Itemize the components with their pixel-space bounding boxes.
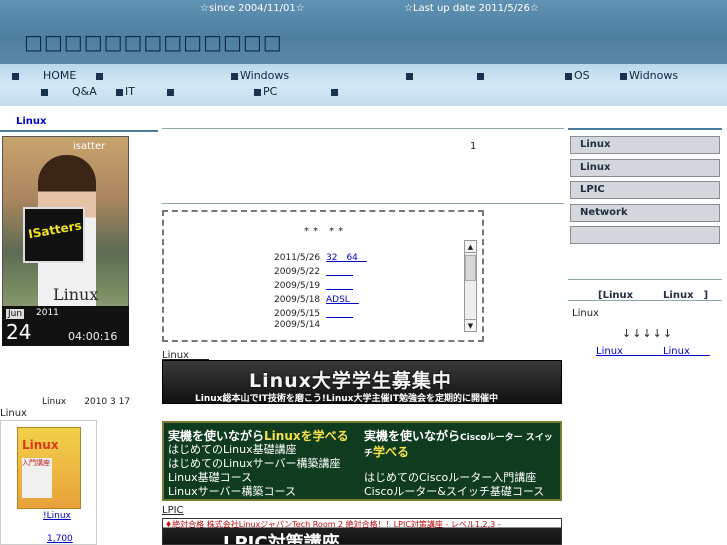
nav-item-13[interactable]	[331, 85, 340, 98]
news-row: 2009/5/14	[274, 320, 321, 330]
bullet-icon	[167, 88, 174, 96]
bullet-icon	[41, 88, 48, 96]
nav-item-pc[interactable]: PC	[254, 85, 277, 98]
course-line[interactable]: はじめてのLinux基礎講座	[168, 443, 358, 457]
left-date-text: Linux 2010 3 17	[42, 397, 131, 407]
book-price-link[interactable]: 1,700	[47, 534, 73, 544]
center-count: 1	[470, 141, 477, 152]
bullet-icon	[231, 72, 238, 80]
bullet-icon	[116, 88, 123, 96]
right-divider	[568, 128, 722, 130]
clock-widget: Jun 24 2011 04:00:16	[2, 306, 129, 346]
news-link[interactable]	[326, 309, 353, 319]
last-update-text: ☆Last up date 2011/5/26☆	[404, 3, 539, 14]
news-link[interactable]	[326, 281, 353, 291]
left-linux-label: Linux	[0, 408, 27, 419]
news-link[interactable]	[326, 267, 353, 277]
down-arrows-icon: ↓↓↓↓↓	[622, 327, 674, 340]
course-line[interactable]: はじめてのCiscoルーター入門講座	[364, 471, 560, 485]
course-line[interactable]: Ciscoルーター&スイッチ基礎コース	[364, 485, 560, 499]
right-menu-5[interactable]	[570, 226, 720, 244]
nav-item-qa[interactable]: Q&A	[72, 85, 97, 98]
scroll-up-icon[interactable]: ▲	[465, 241, 476, 253]
nav-item-4[interactable]	[406, 69, 415, 82]
nav-item-home[interactable]: HOME	[12, 69, 76, 82]
nav-bar: HOME Windows OS Widnows Q&A IT PC	[0, 64, 727, 106]
nav-item-it[interactable]: IT	[116, 85, 135, 98]
clock-day: 24	[6, 320, 32, 344]
linux-heading[interactable]: Linux	[162, 346, 209, 361]
right-menu-linux-2[interactable]: Linux	[570, 159, 720, 177]
nav-item-5[interactable]	[477, 69, 486, 82]
banner3-main: LPIC対策講座	[223, 533, 340, 545]
bullet-icon	[12, 72, 19, 80]
nav-item-os[interactable]: OS	[565, 69, 590, 82]
bullet-icon	[406, 72, 413, 80]
course-line[interactable]: Linux基礎コース	[168, 471, 358, 485]
bullet-icon	[477, 72, 484, 80]
center-divider	[162, 203, 564, 204]
scroll-down-icon[interactable]: ▼	[465, 319, 476, 331]
news-row: 2009/5/18 ADSL	[274, 295, 359, 305]
banner1-subtitle: Linux総本山でIT技術を磨こう!Linux大学主催IT勉強会を定期的に開催中	[195, 394, 498, 404]
clock-time: 04:00:16	[68, 330, 118, 343]
photo-sign-text: ISatters	[27, 218, 83, 242]
site-title[interactable]: □□□□□□□□□□□□□	[24, 30, 283, 54]
right-menu-linux-1[interactable]: Linux	[570, 136, 720, 154]
scroll-thumb[interactable]	[465, 255, 476, 281]
book-cover-image[interactable]: Linux 入門講座	[17, 427, 81, 509]
photo-linux-text: Linux	[53, 285, 99, 304]
news-row: 2009/5/15	[274, 306, 353, 319]
since-text: ☆since 2004/11/01☆	[200, 3, 305, 14]
right-linux-links[interactable]: Linux Linux	[596, 342, 710, 357]
lpic-label[interactable]: LPIC	[162, 505, 184, 516]
right-linux-title: [Linux Linux ]	[598, 290, 709, 301]
left-section-heading: Linux	[0, 114, 158, 132]
nav-item-8[interactable]	[41, 85, 50, 98]
clock-month: Jun	[6, 309, 25, 319]
banner2-right: 実機を使いながらCiscoルーター スイッチ学べる はじめてのCiscoルーター…	[364, 429, 560, 499]
bullet-icon	[331, 88, 338, 96]
nav-item-11[interactable]	[167, 85, 176, 98]
bullet-icon	[565, 72, 572, 80]
news-row: 2009/5/19	[274, 278, 353, 291]
photo-brand-text: isatter	[73, 141, 106, 152]
course-banner[interactable]: 実機を使いながらLinuxを学べる はじめてのLinux基礎講座 はじめてのLi…	[162, 421, 562, 501]
news-scrollbar[interactable]: ▲ ▼	[464, 240, 477, 332]
clock-year: 2011	[36, 308, 59, 318]
news-link[interactable]: 32 64	[326, 253, 367, 263]
book-link[interactable]: !Linux	[43, 511, 71, 521]
linux-university-banner[interactable]: Linux大学学生募集中 Linux総本山でIT技術を磨こう!Linux大学主催…	[162, 360, 562, 404]
center-divider-top	[162, 128, 564, 129]
book-cover-title: Linux	[22, 438, 59, 452]
right-menu-network[interactable]: Network	[570, 204, 720, 222]
banner1-title: Linux大学学生募集中	[249, 370, 452, 392]
news-link[interactable]: ADSL	[326, 295, 359, 305]
banner2-left: 実機を使いながらLinuxを学べる はじめてのLinux基礎講座 はじめてのLi…	[168, 429, 358, 499]
news-row: 2009/5/22	[274, 264, 353, 277]
photo-sign: ISatters	[23, 207, 85, 263]
book-ad[interactable]: Linux 入門講座 !Linux 1,700	[0, 420, 97, 545]
right-divider-2	[568, 279, 722, 280]
course-line[interactable]: はじめてのLinuxサーバー構築講座	[168, 457, 358, 471]
nav-item-windows[interactable]: Windows	[231, 69, 289, 82]
news-box: ** ** 2011/5/26 32 64 2009/5/22 2009/5/19…	[162, 210, 484, 342]
right-linux-label: Linux	[572, 308, 599, 319]
right-menu-lpic[interactable]: LPIC	[570, 181, 720, 199]
news-row: 2011/5/26 32 64	[274, 253, 367, 263]
bullet-icon	[620, 72, 627, 80]
right-divider-3	[568, 300, 722, 301]
book-cover-subtitle: 入門講座	[22, 458, 52, 498]
news-header: ** **	[304, 226, 348, 237]
nav-item-widnows[interactable]: Widnows	[620, 69, 678, 82]
course-line[interactable]: Linuxサーバー構築コース	[168, 485, 358, 499]
lpic-banner[interactable]: ♦絶対合格 株式会社LinuxジャパンTech Room 2 絶対合格！！LPI…	[162, 518, 562, 545]
left-heading-link[interactable]: Linux	[16, 116, 47, 127]
nav-item-2[interactable]	[96, 69, 105, 82]
bullet-icon	[254, 88, 261, 96]
bullet-icon	[96, 72, 103, 80]
